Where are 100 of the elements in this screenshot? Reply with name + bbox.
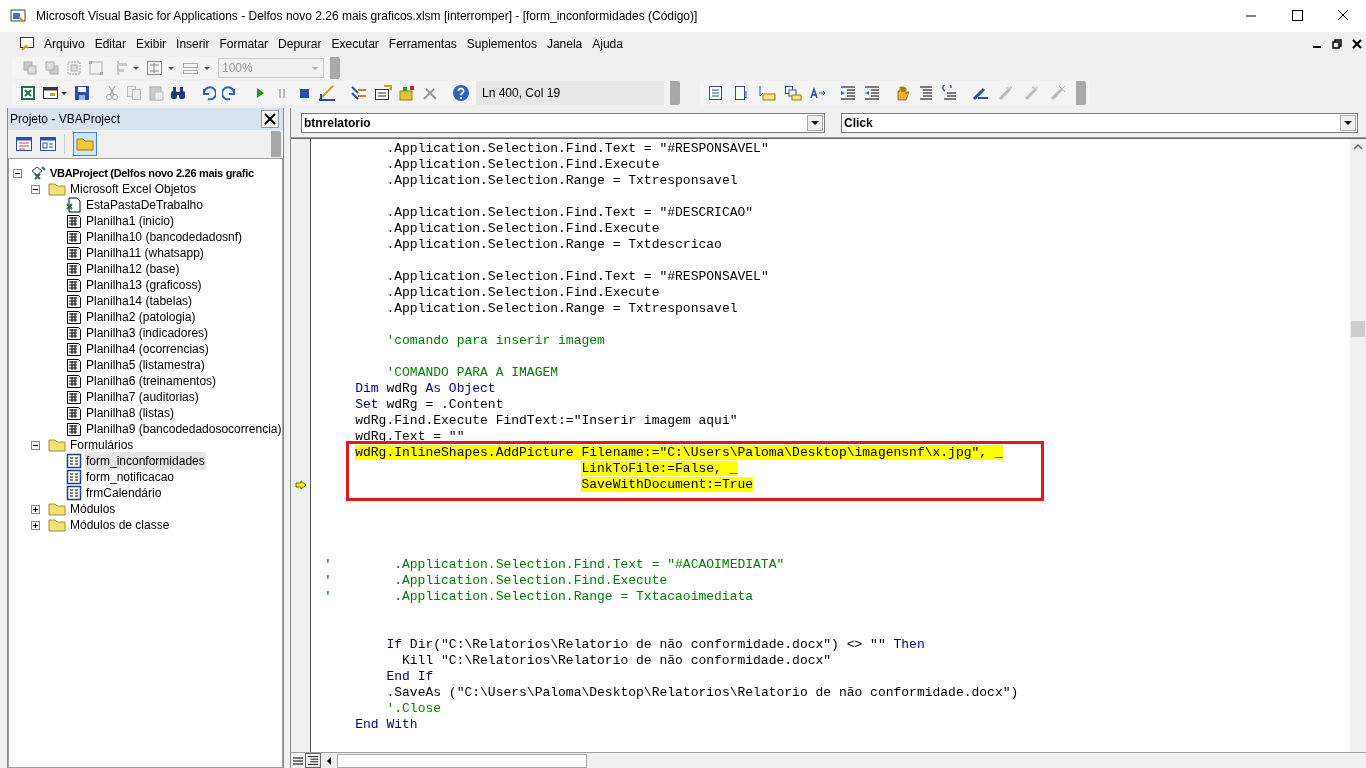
tree-item[interactable]: Planilha10 (bancodedadosnf): [85, 228, 244, 246]
tree-item[interactable]: Planilha13 (graficoss): [85, 276, 203, 294]
tree-item[interactable]: Módulos: [69, 500, 117, 518]
scrollbar-thumb[interactable]: [1351, 321, 1365, 337]
view-code-icon[interactable]: [16, 137, 32, 151]
sheet-icon: [66, 357, 82, 373]
tree-item[interactable]: Planilha11 (whatsapp): [85, 244, 205, 262]
form-icon: [66, 485, 82, 501]
menu-item[interactable]: Arquivo: [39, 35, 90, 53]
menu-item[interactable]: Ajuda: [587, 35, 628, 53]
toggle-folders-button[interactable]: [73, 132, 97, 156]
code-line: .Application.Selection.Range = Txtdescricao: [385, 237, 722, 252]
tree-item[interactable]: VBAProject (Delfos novo 2.26 mais grafic: [49, 164, 255, 182]
collapse-icon[interactable]: [31, 440, 40, 450]
expand-icon[interactable]: [31, 504, 40, 514]
menu-item[interactable]: Inserir: [171, 35, 215, 53]
tree-item[interactable]: Microsoft Excel Objetos: [69, 180, 198, 198]
excel-icon[interactable]: [20, 85, 36, 101]
help-icon[interactable]: [452, 84, 470, 102]
menu-item[interactable]: Formatar: [214, 35, 274, 53]
sheet-icon: [66, 405, 82, 421]
tree-item[interactable]: Formulários: [69, 436, 135, 454]
hand-icon[interactable]: [894, 85, 910, 101]
code-line: Dim wdRg As Object: [354, 381, 496, 396]
toolbar-options-handle[interactable]: [1076, 81, 1086, 105]
menu-item[interactable]: Exibir: [131, 35, 172, 53]
outdent-icon[interactable]: [864, 85, 880, 101]
tree-item[interactable]: Planilha3 (indicadores): [85, 324, 210, 342]
restore-icon[interactable]: [1332, 39, 1342, 49]
expand-icon[interactable]: [31, 520, 40, 530]
menu-item[interactable]: Depurar: [273, 35, 327, 53]
tree-item[interactable]: Planilha9 (bancodedadosocorrencia): [85, 420, 282, 438]
toolbar-options-handle[interactable]: [271, 131, 281, 157]
folder-icon: [48, 518, 66, 532]
redo-icon[interactable]: [222, 85, 238, 101]
tree-item[interactable]: Planilha1 (inicio): [85, 212, 176, 230]
scrollbar-thumb[interactable]: [337, 753, 587, 768]
tree-item[interactable]: Planilha4 (ocorrencias): [85, 340, 210, 358]
sheet-icon: [66, 341, 82, 357]
properties-icon[interactable]: [374, 85, 392, 101]
code-comment: ' .Application.Selection.Find.Execute: [324, 573, 668, 588]
bookmark-icon[interactable]: [972, 85, 990, 101]
tree-item[interactable]: Planilha12 (base): [85, 260, 181, 278]
complete-word-icon[interactable]: [810, 85, 826, 101]
code-window-icon: [19, 36, 35, 52]
quick-info-icon[interactable]: [758, 85, 776, 101]
menu-item[interactable]: Ferramentas: [383, 35, 462, 53]
menu-item[interactable]: Editar: [89, 35, 132, 53]
center-icon[interactable]: [146, 60, 176, 76]
clipboard-icon[interactable]: [148, 85, 164, 101]
design-mode-icon[interactable]: [318, 85, 336, 101]
save-icon[interactable]: [74, 85, 90, 101]
object-browser-icon[interactable]: [398, 85, 416, 101]
undo-icon[interactable]: [200, 85, 216, 101]
toolbar-options-handle[interactable]: [330, 57, 340, 79]
sheet-icon: [66, 325, 82, 341]
menu-item[interactable]: Suplementos: [461, 35, 542, 53]
object-dropdown[interactable]: btnrelatorio: [301, 112, 825, 133]
code-line: .SaveAs ("C:\Users\Paloma\Desktop\Relatorios\Relatorio de não conformidade.docx"): [385, 685, 1019, 700]
close-icon[interactable]: [1352, 39, 1362, 49]
window-title: Microsoft Visual Basic for Applications - Delfos novo 2.26 mais graficos.xlsm [interromper] - [form_inconformidades (Código)]: [36, 8, 698, 25]
project-explorer-icon[interactable]: [350, 85, 368, 101]
binoculars-icon[interactable]: [170, 85, 186, 101]
indent-icon[interactable]: [840, 85, 856, 101]
code-line: .Application.Selection.Range = Txtresponsavel: [385, 173, 738, 188]
insert-form-icon[interactable]: [42, 85, 68, 101]
collapse-icon[interactable]: [31, 184, 40, 194]
sheet-icon: [66, 389, 82, 405]
tree-item[interactable]: Módulos de classe: [69, 516, 171, 534]
list-constants-icon[interactable]: [734, 85, 750, 101]
vertical-scrollbar[interactable]: [1350, 139, 1366, 752]
view-object-icon[interactable]: [40, 137, 56, 151]
code-line: End With: [354, 717, 418, 732]
tree-item[interactable]: form_notificacao: [85, 468, 176, 486]
cursor-position: Ln 400, Col 19: [482, 85, 561, 102]
tree-item[interactable]: frmCalendário: [85, 484, 163, 502]
app-icon: [10, 8, 26, 24]
tree-item[interactable]: Planilha7 (auditorias): [85, 388, 200, 406]
menu-item[interactable]: Janela: [541, 35, 588, 53]
tree-item[interactable]: Planilha8 (listas): [85, 404, 176, 422]
tree-item[interactable]: Planilha14 (tabelas): [85, 292, 194, 310]
uncomment-block-icon[interactable]: [942, 85, 958, 101]
sheet-icon: [66, 229, 82, 245]
menu-item[interactable]: Executar: [326, 35, 384, 53]
comment-block-icon[interactable]: [918, 85, 934, 101]
full-module-view-icon[interactable]: [305, 753, 321, 768]
toolbar-options-handle[interactable]: [670, 81, 680, 105]
panel-title: Projeto - VBAProject: [10, 111, 121, 128]
toolbox-icon[interactable]: [422, 85, 438, 101]
close-icon[interactable]: [261, 110, 279, 128]
code-line: .Application.Selection.Find.Text = "#RESPONSAVEL": [385, 269, 769, 284]
collapse-icon[interactable]: [13, 168, 22, 178]
sheet-icon: [66, 293, 82, 309]
parameter-info-icon[interactable]: [784, 85, 802, 101]
procedure-dropdown[interactable]: Click: [841, 112, 1358, 133]
tree-item[interactable]: form_inconformidades: [85, 452, 206, 470]
tree-item[interactable]: EstaPastaDeTrabalho: [85, 196, 204, 214]
tree-item[interactable]: Planilha6 (treinamentos): [85, 372, 218, 390]
tree-item[interactable]: Planilha5 (listamestra): [85, 356, 206, 374]
tree-item[interactable]: Planilha2 (patologia): [85, 308, 197, 326]
